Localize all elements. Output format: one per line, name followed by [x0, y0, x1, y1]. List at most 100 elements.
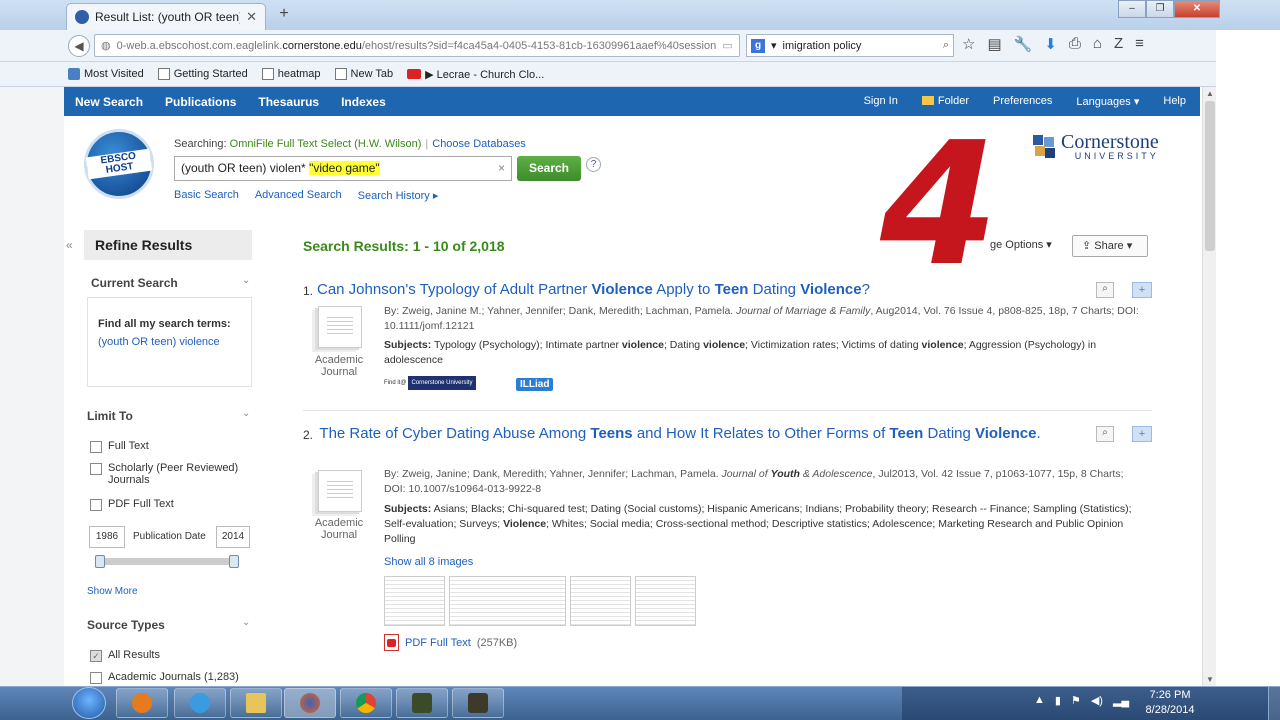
zotero-icon[interactable]: Z	[1114, 35, 1123, 53]
volume-icon[interactable]: ◀)	[1091, 694, 1103, 707]
slider-left-handle[interactable]	[95, 555, 105, 568]
scrollbar-thumb[interactable]	[1205, 101, 1215, 251]
add-to-folder-icon[interactable]: +	[1132, 282, 1152, 298]
url-bar[interactable]: ◍ 0-web.a.ebscohost.com.eaglelink.corner…	[94, 34, 740, 57]
maximize-button[interactable]: ❐	[1146, 0, 1174, 18]
new-search-link[interactable]: New Search	[75, 95, 143, 109]
internet-explorer-taskbar-button[interactable]	[174, 688, 226, 718]
show-all-images-link[interactable]: Show all 8 images	[384, 556, 473, 568]
add-to-folder-icon[interactable]: +	[1132, 426, 1152, 442]
download-icon[interactable]: ⬇	[1044, 35, 1057, 53]
illiad-button[interactable]: ILLiad	[516, 378, 554, 391]
chart-thumbnail[interactable]	[384, 576, 445, 626]
clear-query-icon[interactable]: ×	[498, 157, 505, 180]
languages-menu[interactable]: Languages ▾	[1076, 95, 1139, 108]
taskbar-clock[interactable]: 7:26 PM 8/28/2014	[1140, 688, 1200, 718]
share-button[interactable]: ⇪ Share ▾	[1072, 235, 1148, 257]
cornerstone-logo[interactable]: Cornerstone UNIVERSITY	[1033, 132, 1159, 161]
search-engine-dropdown-icon[interactable]: ▾	[771, 39, 777, 52]
search-query-input[interactable]: (youth OR teen) violen* "video game" ×	[174, 156, 512, 181]
chevron-down-icon[interactable]: ⌄	[242, 275, 250, 286]
checkbox-icon[interactable]	[90, 463, 102, 475]
bookmark-getting-started[interactable]: Getting Started	[157, 68, 248, 80]
source-types-heading[interactable]: Source Types	[87, 618, 165, 632]
checkbox-icon[interactable]	[90, 672, 102, 684]
result-title-link[interactable]: 2. The Rate of Cyber Dating Abuse Among …	[303, 424, 1063, 443]
pdf-label[interactable]: PDF Full Text	[405, 637, 471, 649]
find-it-button[interactable]: Find it@ Cornerstone University	[384, 376, 477, 390]
network-icon[interactable]: ▂▄	[1113, 694, 1129, 707]
menu-icon[interactable]: ≡	[1135, 35, 1144, 53]
choose-databases-link[interactable]: Choose Databases	[432, 138, 526, 150]
close-window-button[interactable]: ✕	[1174, 0, 1220, 18]
document-thumbnail-icon[interactable]	[318, 470, 362, 512]
bookmark-heatmap[interactable]: heatmap	[261, 68, 321, 80]
help-icon[interactable]: ?	[586, 157, 601, 172]
bookmark-star-icon[interactable]: ☆	[962, 35, 975, 53]
back-button[interactable]: ◀	[68, 35, 90, 57]
bookmark-lecrae[interactable]: ▶ Lecrae - Church Clo...	[407, 68, 544, 81]
current-search-heading[interactable]: Current Search	[91, 276, 178, 290]
thesaurus-link[interactable]: Thesaurus	[258, 95, 319, 109]
tools-wrench-icon[interactable]: 🔧	[1014, 35, 1033, 53]
firefox-taskbar-button[interactable]	[284, 688, 336, 718]
checkbox-icon[interactable]	[90, 499, 102, 511]
bookmark-new-tab[interactable]: New Tab	[334, 68, 393, 80]
minimize-button[interactable]: –	[1118, 0, 1146, 18]
chart-thumbnail[interactable]	[635, 576, 696, 626]
start-button[interactable]	[72, 687, 106, 719]
ebsco-host-logo[interactable]: EBSCO HOST	[84, 129, 154, 199]
slider-right-handle[interactable]	[229, 555, 239, 568]
find-all-value-link[interactable]: (youth OR teen) violence	[98, 336, 241, 348]
pdf-full-text-link[interactable]: PDF Full Text (257KB)	[384, 634, 517, 651]
full-text-checkbox[interactable]: Full Text	[90, 440, 149, 453]
document-thumbnail-icon[interactable]	[318, 306, 362, 348]
advanced-search-link[interactable]: Advanced Search	[255, 189, 342, 202]
collapse-panel-icon[interactable]: «	[66, 238, 73, 252]
dropdown-icon[interactable]: ▾	[739, 39, 740, 52]
media-player-taskbar-button[interactable]	[116, 688, 168, 718]
vertical-scrollbar[interactable]: ▲ ▼	[1202, 87, 1216, 686]
scholarly-checkbox[interactable]: Scholarly (Peer Reviewed) Journals	[90, 462, 250, 486]
page-options-menu[interactable]: ge Options ▾	[990, 238, 1052, 251]
scroll-up-icon[interactable]: ▲	[1206, 89, 1214, 98]
reader-icon[interactable]: ▭	[722, 39, 732, 52]
home-icon[interactable]: ⌂	[1093, 35, 1102, 53]
show-more-link[interactable]: Show More	[87, 586, 138, 597]
tab-close-icon[interactable]: ✕	[246, 9, 257, 25]
show-hidden-icons-icon[interactable]: ▲	[1034, 694, 1045, 707]
preview-magnifier-icon[interactable]: ⌕	[1096, 282, 1114, 298]
bookmark-most-visited[interactable]: Most Visited	[68, 68, 144, 80]
preview-magnifier-icon[interactable]: ⌕	[1096, 426, 1114, 442]
browser-tab[interactable]: Result List: (youth OR teen)... ✕	[66, 3, 266, 30]
app-taskbar-button[interactable]	[452, 688, 504, 718]
new-tab-button[interactable]: +	[274, 5, 294, 25]
academic-journals-checkbox[interactable]: Academic Journals (1,283)	[90, 671, 239, 684]
bookmarks-list-icon[interactable]: ▤	[987, 35, 1001, 53]
app-taskbar-button[interactable]	[396, 688, 448, 718]
chart-thumbnail[interactable]	[449, 576, 566, 626]
publications-link[interactable]: Publications	[165, 95, 236, 109]
explorer-taskbar-button[interactable]	[230, 688, 282, 718]
browser-search-box[interactable]: g ▾ imigration policy ⌕	[746, 34, 954, 57]
chevron-down-icon[interactable]: ⌄	[242, 408, 250, 419]
search-history-link[interactable]: Search History ▸	[358, 189, 439, 202]
show-desktop-button[interactable]	[1268, 687, 1280, 720]
search-icon[interactable]: ⌕	[943, 39, 949, 52]
scroll-down-icon[interactable]: ▼	[1206, 675, 1214, 684]
checkbox-checked-icon[interactable]: ✓	[90, 650, 102, 662]
device-icon[interactable]: ▮	[1055, 694, 1061, 707]
help-link[interactable]: Help	[1163, 95, 1186, 108]
basic-search-link[interactable]: Basic Search	[174, 189, 239, 202]
search-button[interactable]: Search	[517, 156, 581, 181]
limit-to-heading[interactable]: Limit To	[87, 409, 133, 423]
all-results-checkbox[interactable]: ✓ All Results	[90, 649, 160, 662]
date-from-input[interactable]: 1986	[89, 526, 125, 548]
chevron-down-icon[interactable]: ⌄	[242, 617, 250, 628]
google-icon[interactable]: g	[751, 38, 765, 53]
pdf-full-text-checkbox[interactable]: PDF Full Text	[90, 498, 174, 511]
date-to-input[interactable]: 2014	[216, 526, 250, 548]
flag-icon[interactable]: ⚑	[1071, 694, 1081, 707]
date-range-slider[interactable]	[95, 555, 239, 568]
print-icon[interactable]: ⎙	[1069, 35, 1081, 53]
